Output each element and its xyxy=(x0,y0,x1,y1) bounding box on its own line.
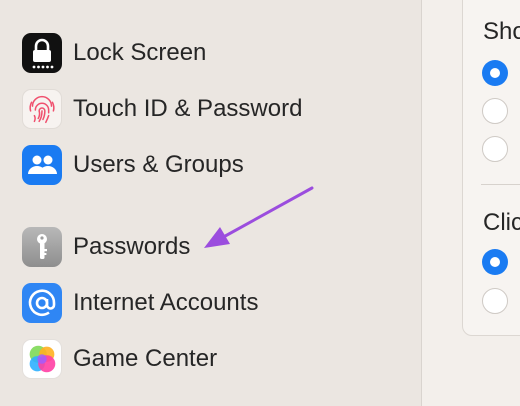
radio-option-1-2[interactable] xyxy=(482,98,508,124)
radio-option-1-3[interactable] xyxy=(482,136,508,162)
game-center-icon xyxy=(22,339,62,379)
key-icon xyxy=(22,227,62,267)
sidebar-item-label: Lock Screen xyxy=(73,39,207,66)
lock-icon xyxy=(22,33,62,73)
at-sign-icon xyxy=(22,283,62,323)
sidebar-item-label: Internet Accounts xyxy=(73,289,259,316)
sidebar-item-label: Touch ID & Password xyxy=(73,95,303,122)
sidebar: Lock Screen Touch ID & Password Users & … xyxy=(0,0,422,406)
sidebar-item-label: Passwords xyxy=(73,233,191,260)
sidebar-item-users-groups[interactable]: Users & Groups xyxy=(22,145,244,185)
sidebar-item-label: Users & Groups xyxy=(73,151,244,178)
annotation-arrow xyxy=(204,186,314,248)
radio-option-1-1[interactable] xyxy=(482,60,508,86)
sidebar-item-touch-id-password[interactable]: Touch ID & Password xyxy=(22,89,302,129)
section-divider xyxy=(481,184,520,185)
radio-option-2-1[interactable] xyxy=(482,249,508,275)
sidebar-item-internet-accounts[interactable]: Internet Accounts xyxy=(22,283,258,323)
sidebar-item-game-center[interactable]: Game Center xyxy=(22,339,217,379)
sidebar-item-label: Game Center xyxy=(73,345,218,372)
section-heading-2: Clic xyxy=(483,209,520,236)
sidebar-item-passwords[interactable]: Passwords xyxy=(22,227,190,267)
settings-card xyxy=(462,0,520,336)
sidebar-item-lock-screen[interactable]: Lock Screen xyxy=(22,33,206,73)
fingerprint-icon xyxy=(22,89,62,129)
section-heading-1: Sho xyxy=(483,18,520,45)
radio-option-2-2[interactable] xyxy=(482,288,508,314)
users-icon xyxy=(22,145,62,185)
